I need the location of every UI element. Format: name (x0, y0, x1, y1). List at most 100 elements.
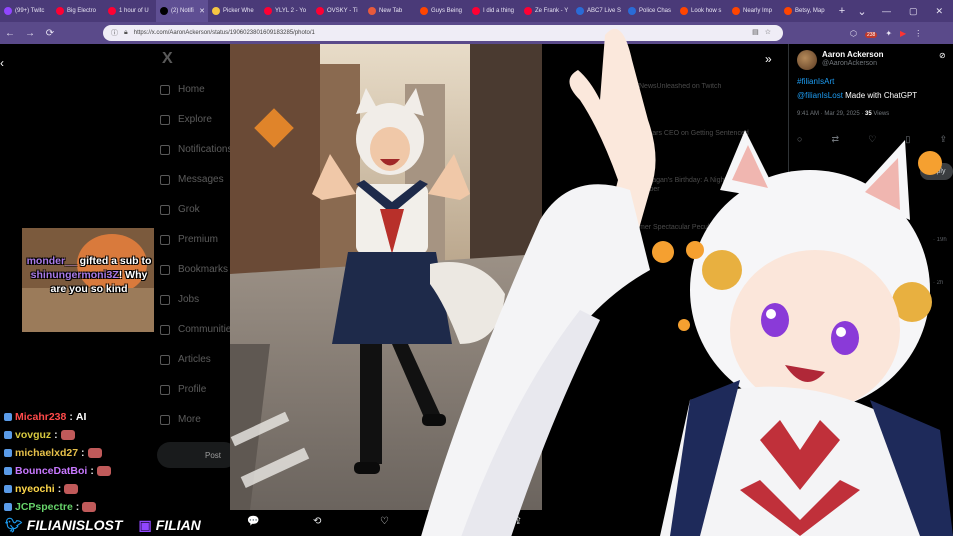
tab-label: OVSKY - Ti (327, 8, 358, 14)
close-tab-icon[interactable]: ✕ (199, 7, 208, 15)
sub-gift-alert: monder__ gifted a sub to shinungermoni3Z… (22, 228, 154, 332)
nav-label: Home (178, 84, 205, 95)
tab-label: I did a thing (483, 8, 515, 14)
chat-badge-icon (4, 431, 12, 439)
recipient-name: shinungermoni3Z (30, 269, 119, 281)
chat-message: nyeochi: (4, 480, 204, 498)
alert-text-part: gifted a sub to (76, 255, 152, 267)
nav-item-grok[interactable]: Grok (160, 204, 200, 215)
tab-favicon-icon (368, 7, 376, 15)
nav-label: Notifications (178, 144, 233, 155)
nav-label: Messages (178, 174, 224, 185)
chat-separator: : (57, 483, 62, 495)
tab-label: Guys Being (431, 8, 463, 14)
x-logo-icon[interactable]: X (162, 50, 173, 68)
tab-favicon-icon (628, 7, 636, 15)
browser-tab[interactable]: Big Electro (52, 0, 104, 22)
chat-message: BounceDatBoi: (4, 462, 204, 480)
browser-tab[interactable]: Police Chas (624, 0, 676, 22)
chat-badge-icon (4, 449, 12, 457)
browser-tab[interactable]: Betsy, Map (780, 0, 832, 22)
browser-tab[interactable]: Nearly Imp (728, 0, 780, 22)
new-tab-button[interactable]: + (832, 5, 852, 17)
vtuber-avatar-image (421, 28, 953, 536)
back-icon[interactable]: ← (0, 28, 20, 39)
chat-separator: : (54, 429, 58, 441)
maximize-icon[interactable]: ▢ (909, 6, 918, 17)
browser-tab[interactable]: OVSKY - Ti (312, 0, 364, 22)
tab-label: Ze Frank - Y (535, 8, 569, 14)
tab-label: New Tab (379, 8, 403, 14)
chat-separator: : (81, 447, 85, 459)
tab-favicon-icon (680, 7, 688, 15)
reload-icon[interactable]: ⟳ (40, 28, 60, 39)
browser-tab[interactable]: Ze Frank - Y (520, 0, 572, 22)
nav-item-premium[interactable]: Premium (160, 234, 218, 245)
browser-tab[interactable]: I did a thing (468, 0, 520, 22)
tab-favicon-icon (264, 7, 272, 15)
browser-tab[interactable]: YLYL 2 - Yo (260, 0, 312, 22)
tab-favicon-icon (316, 7, 324, 15)
chat-text: AI (75, 411, 87, 423)
nav-label: Articles (178, 354, 211, 365)
nav-item-messages[interactable]: Messages (160, 174, 224, 185)
repost-icon[interactable]: ⟲ (313, 516, 321, 527)
browser-tab[interactable]: Look how s (676, 0, 728, 22)
chat-badge-icon (4, 503, 12, 511)
nav-icon (160, 144, 170, 155)
browser-tab[interactable]: New Tab (364, 0, 416, 22)
browser-tab[interactable]: (2) Notifi ✕ (156, 0, 208, 22)
close-window-icon[interactable]: ✕ (935, 6, 943, 17)
nav-icon (160, 114, 170, 125)
tab-favicon-icon (212, 7, 220, 15)
nav-icon (160, 234, 170, 245)
nav-item-jobs[interactable]: Jobs (160, 294, 199, 305)
screen: (99+) Twitc Big Electro 1 hour of U (2) Not… (0, 0, 953, 536)
tab-label: Police Chas (639, 8, 672, 14)
tab-list-button[interactable]: ⌄ (852, 5, 872, 18)
nav-item-notifications[interactable]: Notifications (160, 144, 232, 155)
nav-item-profile[interactable]: Profile (160, 384, 206, 395)
nav-label: Explore (178, 114, 212, 125)
nav-item-communities[interactable]: Communities (160, 324, 236, 335)
chat-username: vovguz (15, 429, 52, 441)
back-arrow-icon[interactable]: ‹ (0, 56, 4, 70)
tab-label: Big Electro (67, 8, 97, 14)
tab-favicon-icon (160, 7, 168, 15)
tab-label: Betsy, Map (795, 8, 825, 14)
chat-emote-icon (96, 466, 111, 476)
twitch-handle: FILIAN (155, 517, 201, 533)
nav-item-bookmarks[interactable]: Bookmarks (160, 264, 228, 275)
nav-icon (160, 84, 170, 95)
chat-emote-icon (82, 502, 97, 512)
chat-emote-icon (60, 430, 75, 440)
chat-separator: : (75, 501, 80, 513)
twitch-icon: ▣ (138, 516, 152, 533)
twitter-bird-icon: 🐦︎ (5, 516, 23, 533)
chat-badge-icon (4, 467, 12, 475)
stream-chat: Micahr238: AI vovguz: michaelxd27: BounceDat… (4, 408, 204, 516)
chat-badge-icon (4, 413, 12, 421)
nav-item-home[interactable]: Home (160, 84, 205, 95)
forward-icon[interactable]: → (20, 28, 40, 39)
chat-separator: : (69, 411, 73, 423)
browser-tab[interactable]: Guys Being (416, 0, 468, 22)
nav-item-explore[interactable]: Explore (160, 114, 212, 125)
tab-label: (2) Notifi (171, 8, 194, 14)
info-icon[interactable]: ⓘ (111, 28, 118, 38)
nav-item-articles[interactable]: Articles (160, 354, 211, 365)
nav-label: Jobs (178, 294, 200, 305)
browser-tab[interactable]: ABC7 Live S (572, 0, 624, 22)
browser-tab[interactable]: 1 hour of U (104, 0, 156, 22)
browser-tab[interactable]: Picker Whe (208, 0, 260, 22)
tab-favicon-icon (56, 7, 64, 15)
browser-tab[interactable]: (99+) Twitc (0, 0, 52, 22)
chat-badge-icon (4, 485, 12, 493)
chat-username: JCPspectre (15, 501, 73, 513)
tab-label: 1 hour of U (119, 8, 149, 14)
nav-icon (160, 354, 170, 365)
like-icon[interactable]: ♡ (380, 516, 389, 527)
tab-favicon-icon (784, 7, 792, 15)
tab-favicon-icon (108, 7, 116, 15)
minimize-icon[interactable]: — (882, 6, 891, 16)
